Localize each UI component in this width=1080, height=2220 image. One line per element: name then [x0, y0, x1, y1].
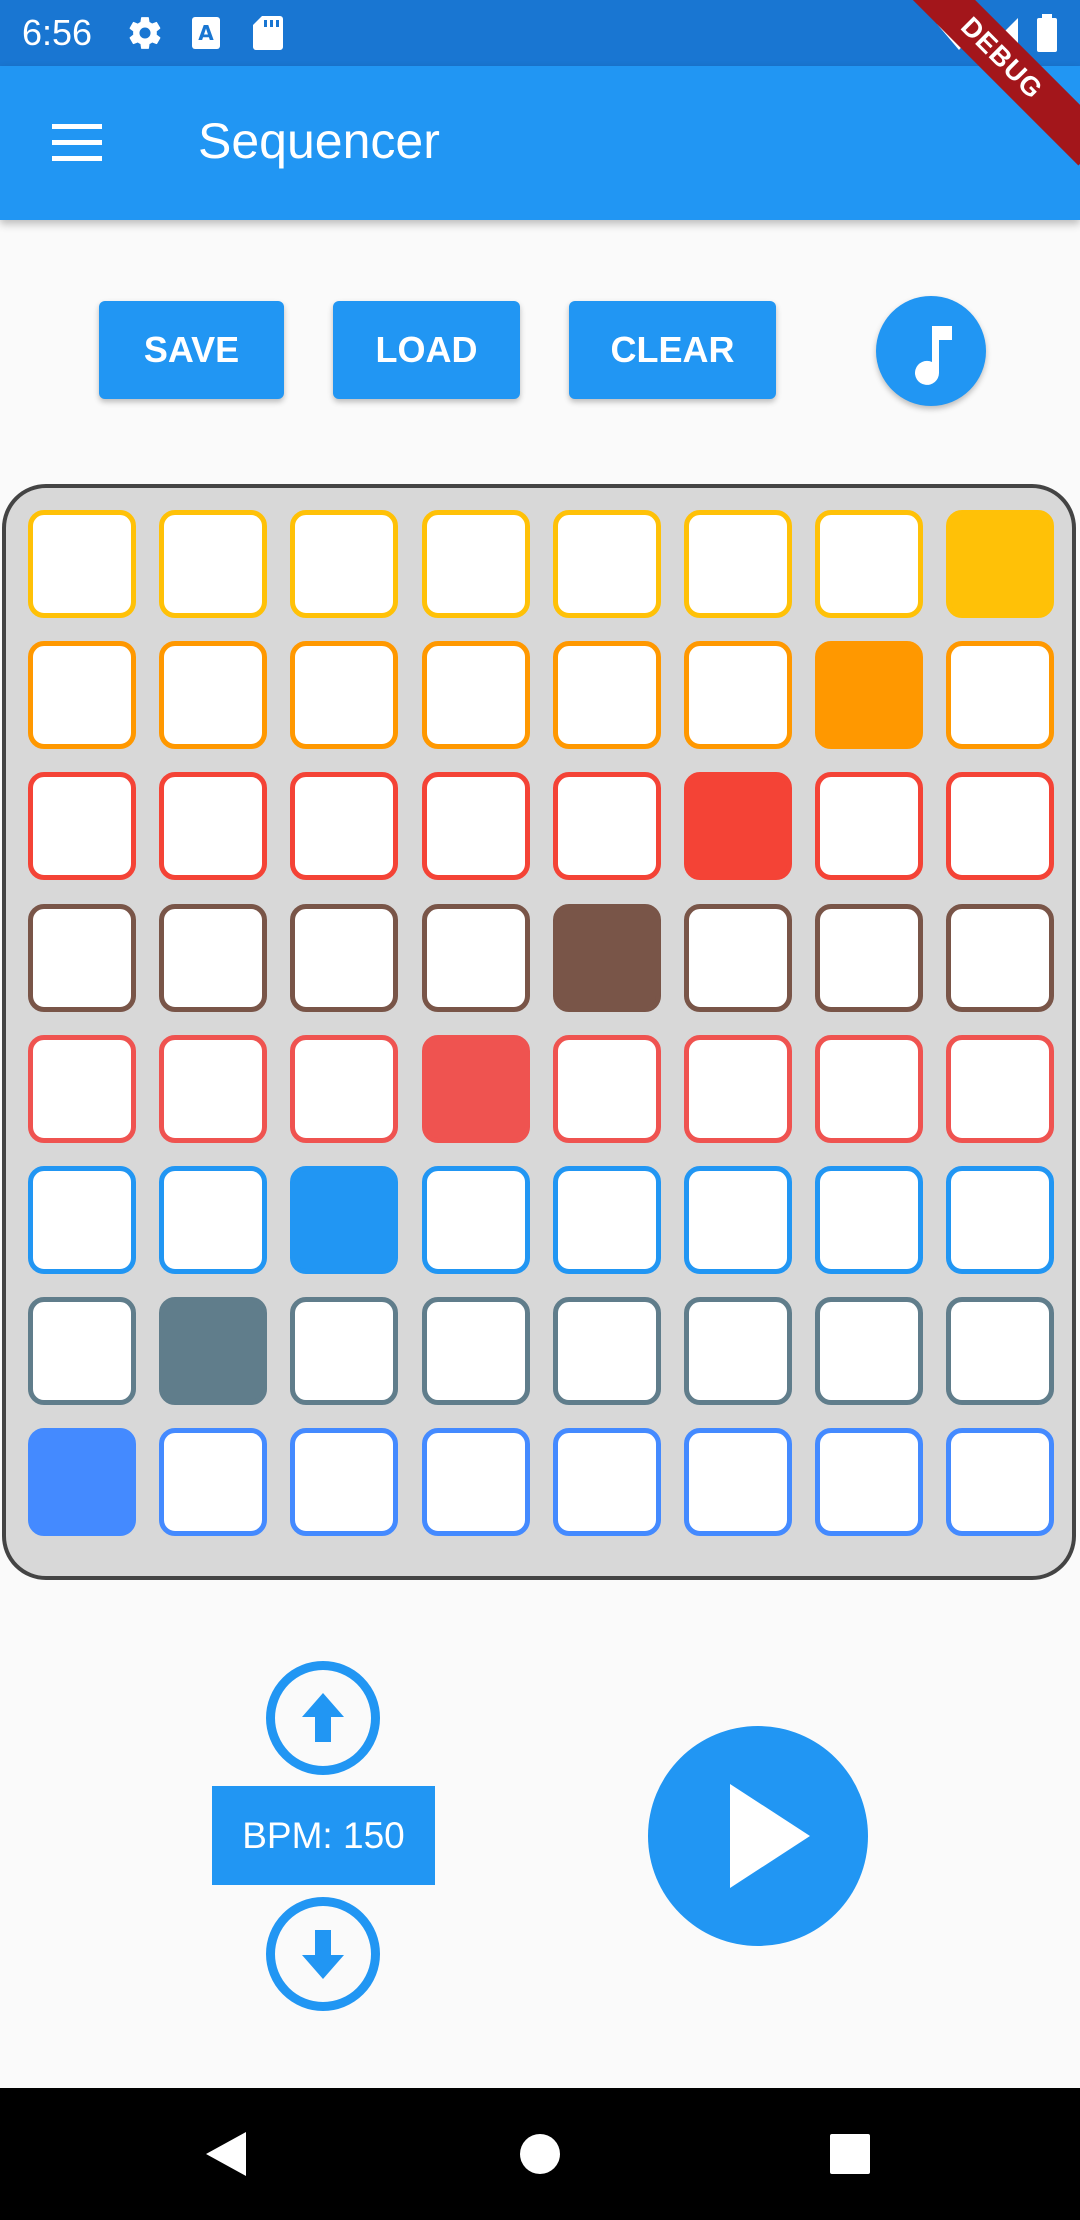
- svg-text:A: A: [198, 21, 214, 45]
- menu-button[interactable]: [40, 106, 114, 180]
- hamburger-menu-icon: [52, 124, 102, 161]
- step-cell[interactable]: [421, 1428, 530, 1537]
- step-cell-active[interactable]: [552, 903, 661, 1012]
- step-cell[interactable]: [421, 772, 530, 881]
- app-bar: Sequencer: [0, 66, 1080, 220]
- step-cell-active[interactable]: [684, 772, 792, 881]
- step-cell[interactable]: [28, 1297, 136, 1406]
- status-time: 6:56: [22, 12, 93, 53]
- status-bar: 6:56 A: [0, 0, 1080, 66]
- step-cell[interactable]: [421, 510, 530, 618]
- step-cell[interactable]: [28, 772, 136, 881]
- step-cell[interactable]: [815, 903, 924, 1012]
- battery-icon: [1036, 14, 1058, 59]
- step-cell[interactable]: [552, 1428, 661, 1537]
- step-cell[interactable]: [421, 641, 530, 750]
- step-cell[interactable]: [159, 1166, 268, 1274]
- step-cell[interactable]: [290, 903, 399, 1012]
- settings-icon: [126, 14, 164, 57]
- step-cell-active[interactable]: [421, 1034, 530, 1143]
- step-cell[interactable]: [684, 1428, 792, 1537]
- music-note-icon: [915, 326, 952, 385]
- step-cell[interactable]: [946, 1428, 1055, 1537]
- page-title: Sequencer: [198, 113, 440, 169]
- step-cell[interactable]: [421, 903, 530, 1012]
- step-cell[interactable]: [290, 1297, 399, 1406]
- step-cell[interactable]: [684, 510, 792, 618]
- step-cell[interactable]: [946, 772, 1055, 881]
- navigation-bar: [0, 2088, 1080, 2220]
- step-cell[interactable]: [684, 1297, 792, 1406]
- step-cell[interactable]: [290, 1034, 399, 1143]
- step-cell-active[interactable]: [28, 1428, 136, 1537]
- bpm-decrease-button[interactable]: [266, 1897, 380, 2011]
- step-cell[interactable]: [552, 641, 661, 750]
- save-button[interactable]: SAVE: [99, 301, 284, 399]
- step-cell[interactable]: [421, 1297, 530, 1406]
- step-cell[interactable]: [815, 1166, 924, 1274]
- bpm-display: BPM: 150: [212, 1786, 435, 1885]
- arrow-up-icon: [302, 1693, 344, 1742]
- step-cell[interactable]: [552, 510, 661, 618]
- step-cell[interactable]: [552, 1297, 661, 1406]
- step-cell[interactable]: [552, 1166, 661, 1274]
- step-cell[interactable]: [28, 1034, 136, 1143]
- step-cell[interactable]: [946, 903, 1055, 1012]
- play-icon: [730, 1784, 810, 1888]
- step-cell[interactable]: [421, 1166, 530, 1274]
- step-cell[interactable]: [290, 641, 399, 750]
- step-cell-active[interactable]: [946, 510, 1055, 618]
- step-cell[interactable]: [552, 1034, 661, 1143]
- step-cell[interactable]: [946, 1166, 1055, 1274]
- step-cell-active[interactable]: [159, 1297, 268, 1406]
- step-cell[interactable]: [815, 1297, 924, 1406]
- step-cell[interactable]: [290, 1428, 399, 1537]
- step-cell[interactable]: [946, 1297, 1055, 1406]
- step-cell[interactable]: [684, 1166, 792, 1274]
- step-cell-active[interactable]: [815, 641, 924, 750]
- step-cell[interactable]: [946, 641, 1055, 750]
- bpm-increase-button[interactable]: [266, 1661, 380, 1775]
- arrow-down-icon: [302, 1930, 344, 1979]
- step-cell[interactable]: [684, 1034, 792, 1143]
- sequencer-grid: [2, 484, 1076, 1580]
- step-cell[interactable]: [28, 641, 136, 750]
- a-icon: A: [190, 14, 224, 57]
- step-cell[interactable]: [159, 1428, 268, 1537]
- recents-icon[interactable]: [828, 2132, 872, 2176]
- step-cell[interactable]: [28, 1166, 136, 1274]
- step-cell[interactable]: [684, 903, 792, 1012]
- back-icon[interactable]: [200, 2128, 252, 2180]
- step-cell[interactable]: [290, 772, 399, 881]
- step-cell[interactable]: [159, 510, 268, 618]
- step-cell[interactable]: [684, 641, 792, 750]
- step-cell-active[interactable]: [290, 1166, 399, 1274]
- step-cell[interactable]: [290, 510, 399, 618]
- music-button[interactable]: [876, 296, 986, 406]
- step-cell[interactable]: [159, 772, 268, 881]
- step-cell[interactable]: [159, 641, 268, 750]
- sd-card-icon: [252, 14, 284, 57]
- step-cell[interactable]: [28, 903, 136, 1012]
- step-cell[interactable]: [28, 510, 136, 618]
- step-cell[interactable]: [815, 1034, 924, 1143]
- step-cell[interactable]: [946, 1034, 1055, 1143]
- step-cell[interactable]: [815, 1428, 924, 1537]
- step-cell[interactable]: [815, 772, 924, 881]
- play-button[interactable]: [648, 1726, 868, 1946]
- step-cell[interactable]: [159, 903, 268, 1012]
- clear-button[interactable]: CLEAR: [569, 301, 776, 399]
- step-cell[interactable]: [552, 772, 661, 881]
- home-icon[interactable]: [518, 2132, 562, 2176]
- step-cell[interactable]: [815, 510, 924, 618]
- load-button[interactable]: LOAD: [333, 301, 520, 399]
- step-cell[interactable]: [159, 1034, 268, 1143]
